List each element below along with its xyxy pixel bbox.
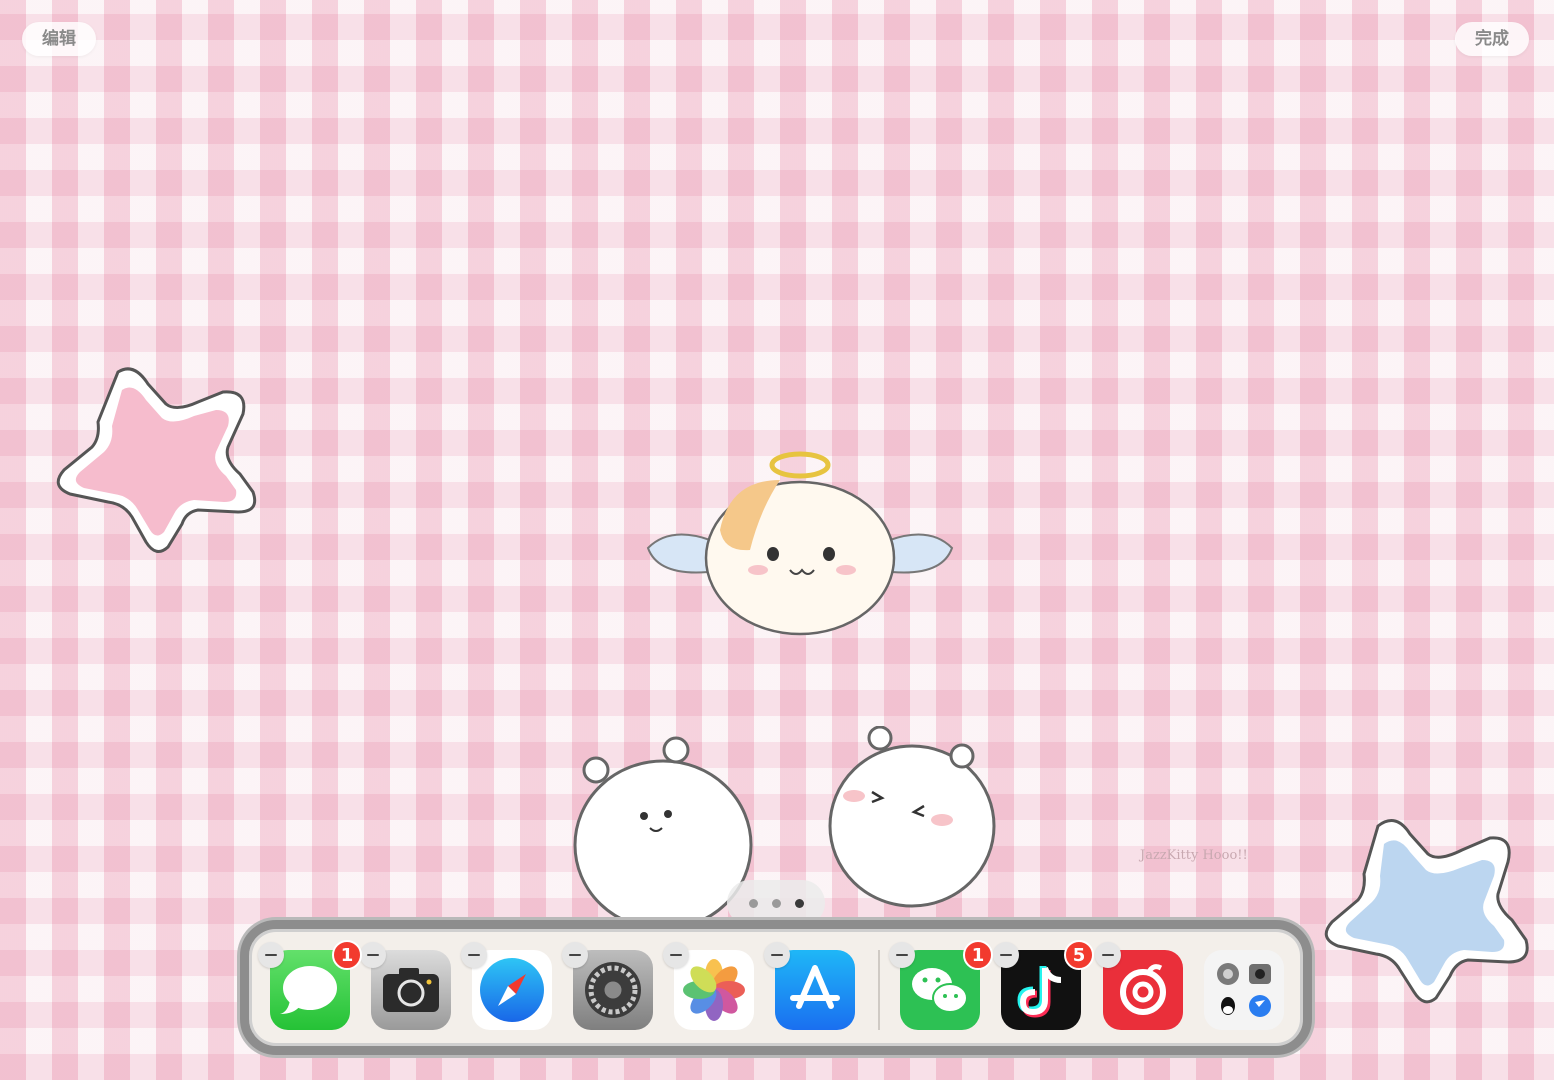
remove-app-button[interactable] — [258, 942, 284, 968]
blue-star-decoration — [1324, 819, 1529, 1004]
messages-badge: 1 — [332, 940, 362, 970]
pink-star-decoration — [56, 367, 257, 553]
angel-hamster-illustration — [646, 451, 954, 636]
edit-button[interactable]: 编辑 — [22, 22, 96, 56]
remove-app-button[interactable] — [663, 942, 689, 968]
page-dot — [748, 898, 758, 908]
done-button[interactable]: 完成 — [1455, 22, 1529, 56]
remove-app-button[interactable] — [562, 942, 588, 968]
page-dot-active — [794, 898, 804, 908]
page-dot — [771, 898, 781, 908]
dock-separator — [878, 950, 880, 1030]
app-library-folder[interactable] — [1204, 950, 1284, 1030]
white-bear-illustration-right — [828, 726, 996, 908]
artist-signature: JazzKitty Hooo!! — [1140, 848, 1248, 863]
remove-app-button[interactable] — [764, 942, 790, 968]
app-library-icon — [1204, 950, 1284, 1030]
wechat-badge: 1 — [963, 940, 993, 970]
remove-app-button[interactable] — [1095, 942, 1121, 968]
remove-app-button[interactable] — [889, 942, 915, 968]
remove-app-button[interactable] — [461, 942, 487, 968]
remove-app-button[interactable] — [993, 942, 1019, 968]
remove-app-button[interactable] — [360, 942, 386, 968]
tiktok-badge: 5 — [1064, 940, 1094, 970]
